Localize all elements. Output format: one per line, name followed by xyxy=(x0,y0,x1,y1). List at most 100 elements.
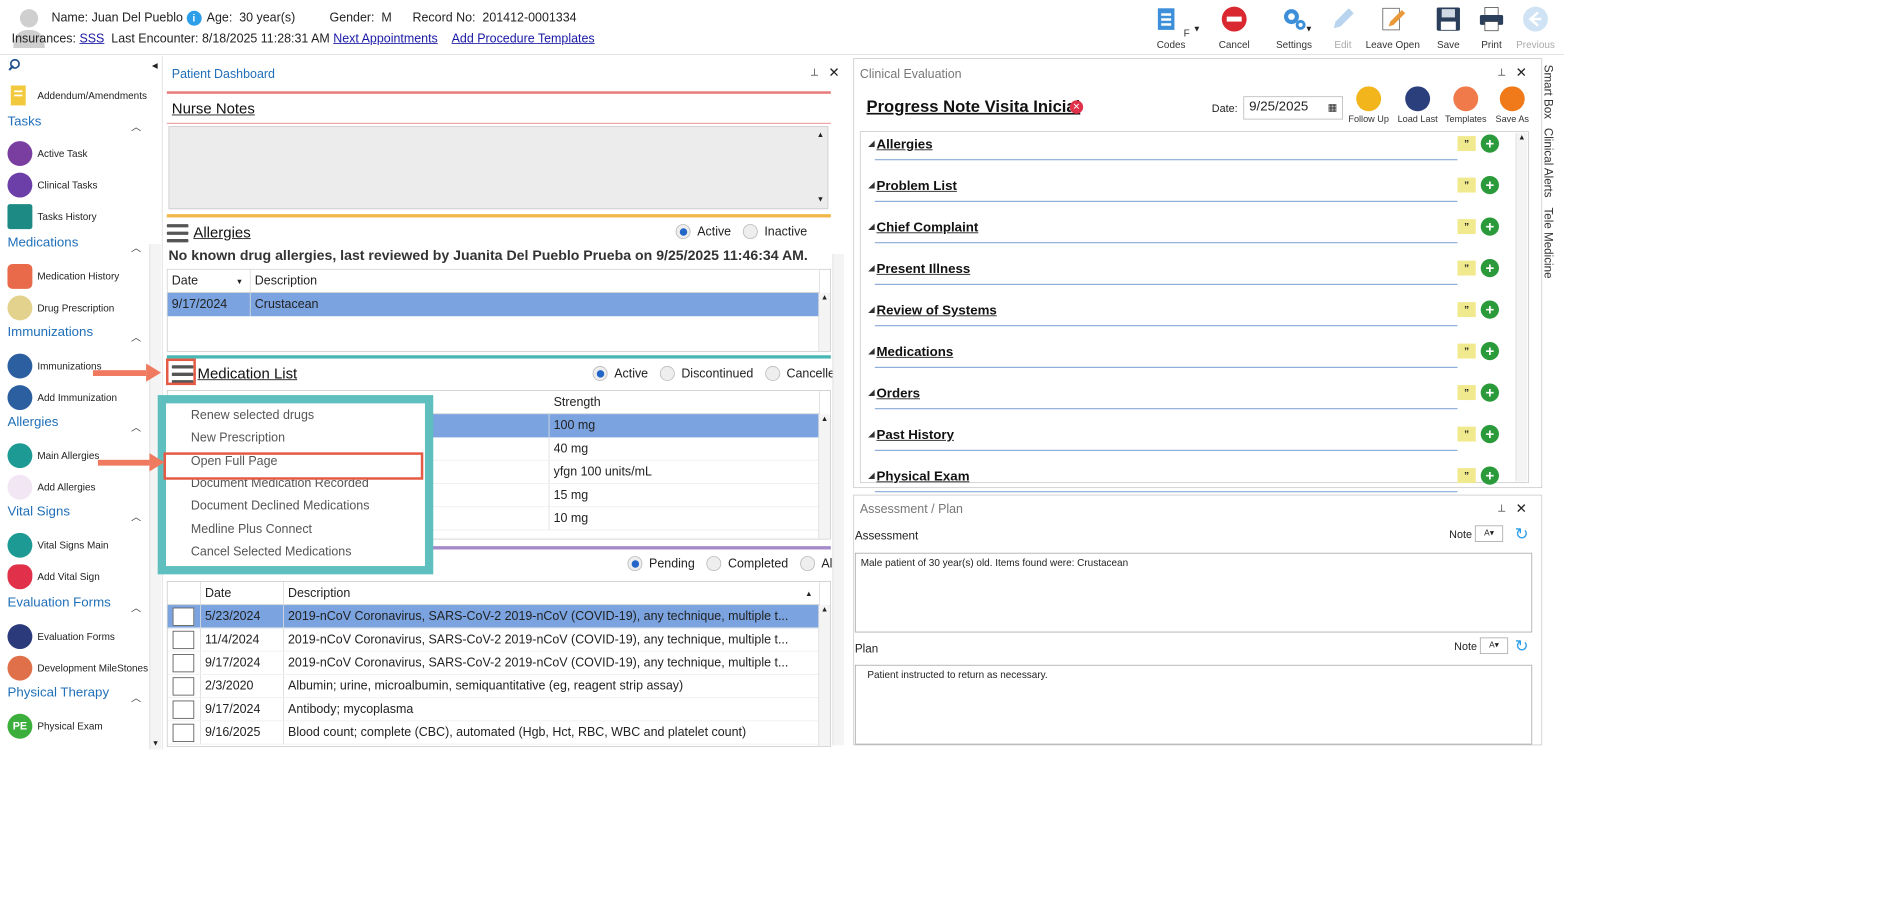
column-header-strength[interactable]: Strength xyxy=(549,390,821,414)
chevron-up-icon[interactable]: ︿ xyxy=(131,241,141,255)
clinical-section-row[interactable]: ◢ Review of Systems ” + xyxy=(868,299,1515,341)
allergies-menu-icon[interactable] xyxy=(166,224,189,243)
table-row[interactable]: 9/17/2024 Crustacean xyxy=(167,292,821,317)
follow-up-button[interactable]: Follow Up xyxy=(1345,86,1391,125)
row-checkbox[interactable] xyxy=(172,677,195,696)
add-icon[interactable]: + xyxy=(1480,383,1499,402)
print-button[interactable]: Print xyxy=(1473,5,1510,51)
quote-icon[interactable]: ” xyxy=(1457,302,1476,318)
clinical-section-label[interactable]: Review of Systems xyxy=(876,304,996,319)
refresh-icon[interactable]: ↻ xyxy=(1515,524,1529,545)
orders-scrollbar[interactable]: ▲ xyxy=(818,605,830,747)
tab-smart-box[interactable]: Smart Box xyxy=(1542,65,1555,119)
tab-tele-medicine[interactable]: Tele Medicine xyxy=(1542,208,1555,279)
sidebar-section-immunizations[interactable]: Immunizations xyxy=(7,325,93,340)
quote-icon[interactable]: ” xyxy=(1457,426,1476,442)
allergies-active-radio[interactable]: Active xyxy=(675,224,731,240)
clinical-section-label[interactable]: Medications xyxy=(876,345,953,360)
column-header-description[interactable]: Description ▲ xyxy=(284,581,821,605)
assessment-textarea[interactable]: Male patient of 30 year(s) old. Items fo… xyxy=(854,552,1533,633)
sidebar-section-physical-therapy[interactable]: Physical Therapy xyxy=(7,686,109,701)
table-row[interactable]: 2/3/2020 Albumin; urine, microalbumin, se… xyxy=(167,674,821,699)
sidebar-section-allergies[interactable]: Allergies xyxy=(7,415,58,430)
sidebar-item-active-task[interactable]: Active Task xyxy=(7,141,88,166)
sidebar-item-evaluation-forms[interactable]: Evaluation Forms xyxy=(7,624,115,650)
add-icon[interactable]: + xyxy=(1480,341,1499,361)
close-icon[interactable]: ✕ xyxy=(828,65,839,82)
quote-icon[interactable]: ” xyxy=(1457,136,1476,152)
sidebar-item-drug-prescription[interactable]: Drug Prescription xyxy=(7,295,114,321)
context-menu-item[interactable]: Renew selected drugs xyxy=(191,408,314,422)
save-as-button[interactable]: Save As xyxy=(1489,86,1535,125)
leave-open-button[interactable]: Leave Open xyxy=(1364,5,1422,51)
sidebar-item-add-vital-sign[interactable]: Add Vital Sign xyxy=(7,564,100,590)
expand-triangle-icon[interactable]: ◢ xyxy=(868,264,874,273)
chevron-up-icon[interactable]: ︿ xyxy=(131,120,141,134)
clinical-section-label[interactable]: Chief Complaint xyxy=(876,221,978,236)
clinical-section-row[interactable]: ◢ Present Illness ” + xyxy=(868,257,1515,299)
add-icon[interactable]: + xyxy=(1480,134,1499,153)
context-menu-item[interactable]: New Prescription xyxy=(191,431,285,445)
dashboard-scrollbar[interactable] xyxy=(832,253,845,746)
clinical-section-row[interactable]: ◢ Orders ” + xyxy=(868,382,1515,424)
calendar-icon[interactable]: ▦ xyxy=(1328,101,1337,113)
orders-all-radio[interactable]: All xyxy=(799,556,835,572)
f-codes-dropdown-icon[interactable]: ▼ xyxy=(1193,25,1201,34)
add-icon[interactable]: + xyxy=(1480,258,1499,278)
sidebar-item-main-allergies[interactable]: Main Allergies xyxy=(7,443,99,469)
pin-icon[interactable]: ⊥ xyxy=(1497,502,1506,514)
add-icon[interactable]: + xyxy=(1480,300,1499,319)
sidebar-section-vital-signs[interactable]: Vital Signs xyxy=(7,505,70,520)
expand-triangle-icon[interactable]: ◢ xyxy=(868,471,874,480)
allergies-inactive-radio[interactable]: Inactive xyxy=(742,224,807,240)
collapse-sidebar-icon[interactable]: ◀ xyxy=(152,61,158,70)
close-icon[interactable]: ✕ xyxy=(1516,500,1527,517)
chevron-up-icon[interactable]: ︿ xyxy=(131,330,141,344)
expand-triangle-icon[interactable]: ◢ xyxy=(868,305,874,314)
nurse-notes-title[interactable]: Nurse Notes xyxy=(172,100,255,117)
nurse-notes-textarea[interactable] xyxy=(168,126,829,210)
settings-dropdown-icon[interactable]: ▼ xyxy=(1305,25,1313,34)
add-icon[interactable]: + xyxy=(1480,217,1499,236)
remove-icon[interactable]: ✕ xyxy=(1069,100,1084,114)
row-checkbox[interactable] xyxy=(172,607,195,626)
clinical-section-row[interactable]: ◢ Medications ” + xyxy=(868,340,1515,382)
orders-pending-radio[interactable]: Pending xyxy=(627,556,695,572)
insurance-link[interactable]: SSS xyxy=(79,32,104,46)
medication-scrollbar[interactable]: ▲ xyxy=(818,414,830,539)
add-procedure-templates-link[interactable]: Add Procedure Templates xyxy=(452,32,595,46)
orders-completed-radio[interactable]: Completed xyxy=(706,556,788,572)
templates-button[interactable]: Templates xyxy=(1443,86,1489,125)
table-row[interactable]: 9/17/2024 2019-nCoV Coronavirus, SARS-CoV… xyxy=(167,651,821,675)
plan-textarea[interactable]: Patient instructed to return as necessar… xyxy=(854,664,1533,745)
column-header-description[interactable]: Description xyxy=(251,269,821,293)
add-icon[interactable]: + xyxy=(1480,466,1499,485)
clinical-section-label[interactable]: Present Illness xyxy=(876,262,970,277)
note-dropdown[interactable]: A▾ xyxy=(1479,637,1509,655)
quote-icon[interactable]: ” xyxy=(1457,385,1476,401)
medication-list-title[interactable]: Medication List xyxy=(198,365,298,382)
clinical-section-label[interactable]: Physical Exam xyxy=(876,470,969,485)
progress-note-title[interactable]: Progress Note Visita Inicial xyxy=(867,98,1081,117)
clinical-section-label[interactable]: Orders xyxy=(876,387,920,402)
pin-icon[interactable]: ⊥ xyxy=(810,66,819,78)
sidebar-item-clinical-tasks[interactable]: Clinical Tasks xyxy=(7,172,97,198)
expand-triangle-icon[interactable]: ◢ xyxy=(868,388,874,397)
context-menu-item[interactable]: Cancel Selected Medications xyxy=(191,544,352,558)
clinical-section-row[interactable]: ◢ Problem List ” + xyxy=(868,174,1515,216)
f-codes-button[interactable]: F Codes xyxy=(1146,5,1196,51)
scroll-down-icon[interactable]: ▼ xyxy=(817,195,824,203)
sidebar-section-tasks[interactable]: Tasks xyxy=(7,115,41,130)
sidebar-item-physical-exam[interactable]: PE Physical Exam xyxy=(7,713,103,739)
table-row[interactable]: 9/17/2024 Antibody; mycoplasma xyxy=(167,698,821,722)
medication-discontinued-radio[interactable]: Discontinued xyxy=(659,366,753,381)
search-icon[interactable] xyxy=(7,58,22,73)
save-button[interactable]: Save xyxy=(1430,5,1467,51)
table-row[interactable]: 11/4/2024 2019-nCoV Coronavirus, SARS-CoV… xyxy=(167,628,821,652)
sidebar-section-evaluation-forms[interactable]: Evaluation Forms xyxy=(7,596,110,611)
chevron-up-icon[interactable]: ︿ xyxy=(131,601,141,615)
scroll-down-icon[interactable]: ▼ xyxy=(152,739,159,747)
sidebar-item-development-milestones[interactable]: Development MileStones xyxy=(7,655,148,681)
clinical-section-row[interactable]: ◢ Past History ” + xyxy=(868,423,1515,465)
allergies-section-title[interactable]: Allergies xyxy=(193,224,250,241)
